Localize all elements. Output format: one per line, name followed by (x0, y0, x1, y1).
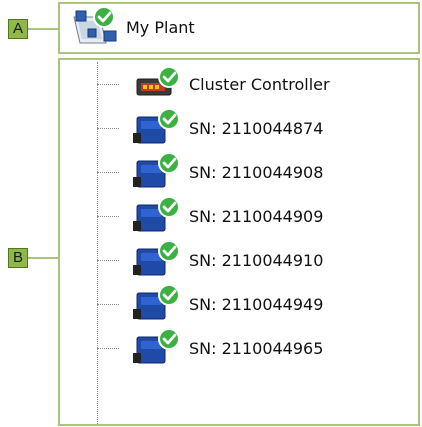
cluster-controller-status-ok-icon (133, 65, 183, 103)
tree-item-label: Cluster Controller (189, 74, 330, 94)
inverter-status-ok-icon (133, 107, 183, 149)
tree-root-my-plant[interactable]: My Plant (70, 4, 195, 50)
tree-item-inverter[interactable]: SN: 2110044874 (97, 106, 417, 150)
inverter-status-ok-icon (133, 195, 183, 237)
tree-item-inverter[interactable]: SN: 2110044909 (97, 194, 417, 238)
callout-b: B (8, 248, 28, 268)
tree-item-label: SN: 2110044949 (189, 294, 324, 314)
plant-tree-view: A B My Plant Cluster Controller SN: 2110… (0, 0, 422, 427)
tree-item-label: SN: 2110044909 (189, 206, 324, 226)
tree-item-inverter[interactable]: SN: 2110044965 (97, 326, 417, 370)
device-list: Cluster Controller SN: 2110044874 SN: 21… (97, 62, 417, 370)
tree-root-label: My Plant (126, 17, 195, 37)
leader-line-a (28, 28, 58, 30)
leader-line-b (28, 257, 58, 259)
tree-item-label: SN: 2110044874 (189, 118, 324, 138)
inverter-status-ok-icon (133, 239, 183, 281)
tree-item-label: SN: 2110044910 (189, 250, 324, 270)
inverter-status-ok-icon (133, 283, 183, 325)
tree-item-inverter[interactable]: SN: 2110044908 (97, 150, 417, 194)
plant-status-ok-icon (70, 5, 124, 49)
tree-item-inverter[interactable]: SN: 2110044949 (97, 282, 417, 326)
tree-item-label: SN: 2110044965 (189, 338, 324, 358)
tree-item-cluster-controller[interactable]: Cluster Controller (97, 62, 417, 106)
inverter-status-ok-icon (133, 327, 183, 369)
tree-item-inverter[interactable]: SN: 2110044910 (97, 238, 417, 282)
inverter-status-ok-icon (133, 151, 183, 193)
tree-item-label: SN: 2110044908 (189, 162, 324, 182)
callout-a: A (8, 19, 28, 39)
